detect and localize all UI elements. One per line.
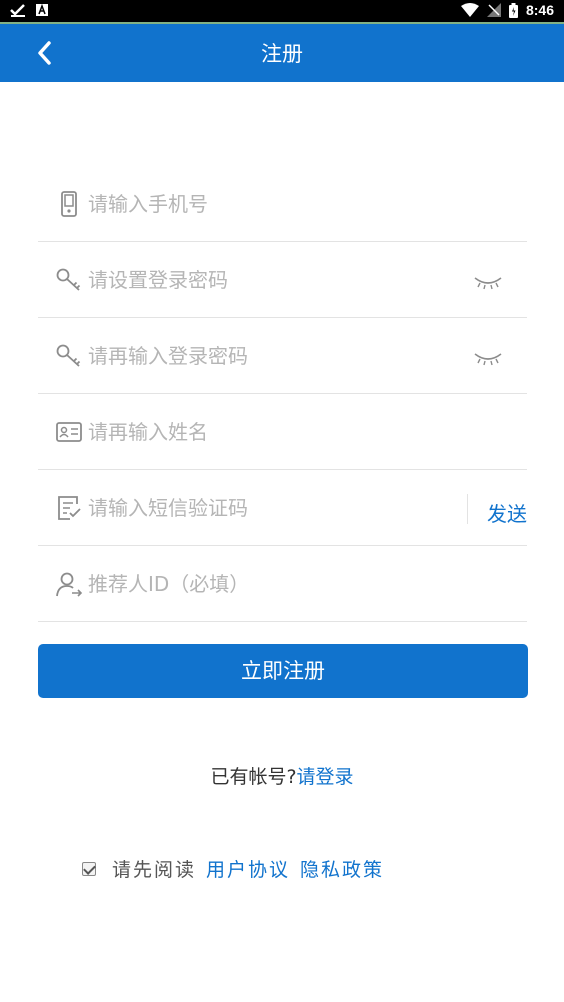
password-row: [38, 242, 527, 318]
name-input[interactable]: [88, 416, 448, 448]
checklist-icon: [58, 496, 81, 520]
phone-input[interactable]: [88, 188, 448, 220]
key-icon: [56, 344, 81, 367]
a-icon: [36, 4, 48, 16]
password-confirm-input[interactable]: [88, 340, 448, 372]
phone-row: [38, 166, 527, 242]
id-card-icon: [56, 422, 82, 442]
agreement-prefix: 请先阅读: [112, 859, 197, 881]
key-icon: [56, 268, 81, 291]
privacy-policy-link[interactable]: 隐私政策: [300, 855, 384, 882]
send-code-button[interactable]: 发送: [487, 498, 527, 527]
battery-icon: [508, 2, 518, 18]
password-confirm-row: [38, 318, 527, 394]
user-agreement-link[interactable]: 用户协议: [206, 855, 290, 882]
phone-icon: [61, 191, 77, 217]
agreement-row: 请先阅读 用户协议 隐私政策: [82, 855, 394, 882]
status-time: 8:46: [525, 2, 554, 18]
login-link[interactable]: 请登录: [297, 766, 354, 788]
sms-code-row: 发送: [38, 470, 527, 546]
register-form: 发送: [38, 166, 527, 622]
app-header: 注册: [0, 24, 564, 82]
referrer-row: [38, 546, 527, 622]
status-bar: 8:46: [0, 0, 564, 22]
login-prompt: 已有帐号?请登录: [0, 762, 564, 789]
sms-code-input[interactable]: [88, 492, 448, 524]
wifi-icon: [460, 3, 479, 17]
page-title: 注册: [261, 42, 303, 66]
login-question: 已有帐号?: [210, 766, 297, 788]
user-arrow-icon: [56, 572, 83, 597]
check-icon: [10, 4, 25, 17]
password-input[interactable]: [88, 264, 448, 296]
eye-closed-icon[interactable]: [473, 350, 503, 366]
register-button[interactable]: 立即注册: [38, 644, 528, 698]
no-signal-icon: [486, 3, 501, 17]
name-row: [38, 394, 527, 470]
eye-closed-icon[interactable]: [473, 274, 503, 290]
send-divider: [467, 494, 468, 524]
referrer-input[interactable]: [88, 568, 448, 600]
agreement-checkbox[interactable]: [82, 861, 96, 876]
